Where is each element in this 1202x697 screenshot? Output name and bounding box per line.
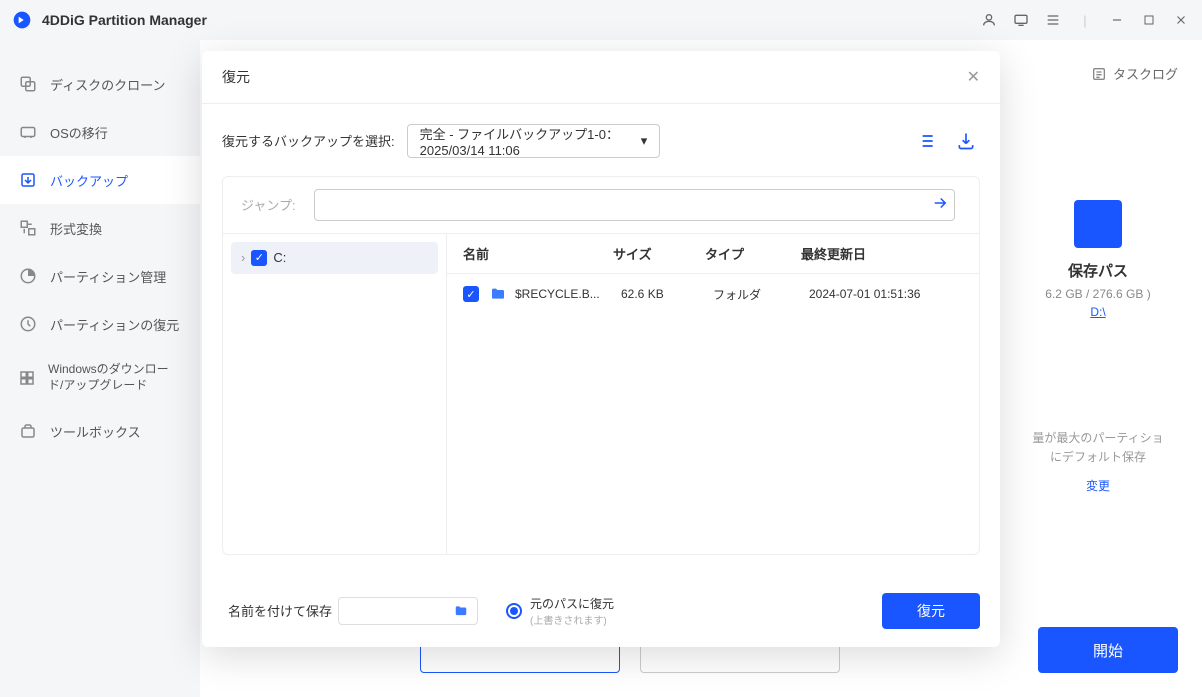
cell-type: フォルダ [713, 286, 809, 303]
jump-input[interactable] [314, 189, 955, 221]
tree-checkbox[interactable]: ✓ [251, 250, 267, 266]
header-type: タイプ [705, 244, 801, 263]
cell-size: 62.6 KB [621, 287, 713, 301]
restore-button[interactable]: 復元 [882, 593, 980, 629]
drive-tree: › ✓ C: [223, 234, 447, 554]
select-backup-label: 復元するバックアップを選択: [222, 131, 395, 150]
table-row[interactable]: ✓ $RECYCLE.B... 62.6 KB フォルダ 2024-07-01 … [447, 274, 979, 315]
backup-select[interactable]: 完全 - ファイルバックアップ1-0：2025/03/14 11:06 ▾ [407, 124, 661, 158]
restore-modal: 復元 ✕ 復元するバックアップを選択: 完全 - ファイルバックアップ1-0：2… [202, 51, 1000, 647]
save-as-field[interactable] [338, 597, 478, 625]
jump-label: ジャンプ: [241, 195, 296, 214]
radio-restore-original[interactable] [506, 603, 522, 619]
chevron-right-icon: › [241, 250, 245, 265]
tree-drive-label: C: [273, 250, 286, 265]
header-date: 最終更新日 [801, 244, 963, 263]
backup-select-value: 完全 - ファイルバックアップ1-0：2025/03/14 11:06 [420, 124, 641, 158]
header-size: サイズ [613, 244, 705, 263]
restore-original-label: 元のパスに復元 [530, 595, 614, 612]
modal-close-icon[interactable]: ✕ [967, 67, 980, 87]
tree-item-c[interactable]: › ✓ C: [231, 242, 438, 274]
folder-icon [453, 604, 469, 618]
table-header: 名前 サイズ タイプ 最終更新日 [447, 234, 979, 274]
cell-name: $RECYCLE.B... [515, 287, 621, 301]
jump-go-icon[interactable] [931, 194, 961, 215]
file-table: 名前 サイズ タイプ 最終更新日 ✓ $RECYCLE.B... 62.6 KB [447, 234, 979, 554]
file-browser: ジャンプ: › ✓ C: [222, 176, 980, 555]
download-icon[interactable] [952, 127, 980, 155]
cell-date: 2024-07-01 01:51:36 [809, 287, 963, 301]
save-as-option[interactable]: 名前を付けて保存 [222, 597, 478, 625]
row-checkbox[interactable]: ✓ [463, 286, 479, 302]
modal-overlay: 復元 ✕ 復元するバックアップを選択: 完全 - ファイルバックアップ1-0：2… [0, 0, 1202, 697]
overwrite-note: (上書きされます) [530, 612, 614, 627]
restore-original-option[interactable]: 元のパスに復元 (上書きされます) [506, 595, 614, 627]
modal-title: 復元 [222, 67, 250, 87]
header-name: 名前 [463, 244, 613, 263]
list-view-icon[interactable] [912, 127, 940, 155]
folder-icon [489, 286, 507, 302]
save-as-label: 名前を付けて保存 [228, 601, 332, 620]
chevron-down-icon: ▾ [641, 133, 648, 149]
